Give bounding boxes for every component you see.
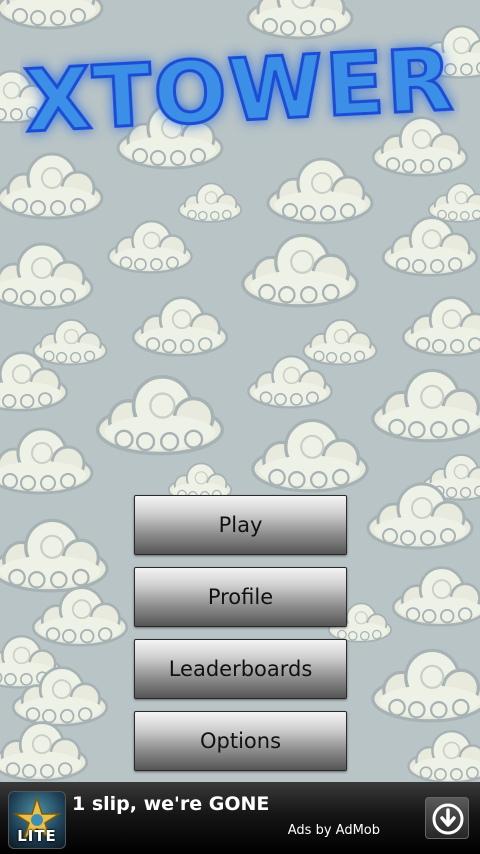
cloud-decoration xyxy=(251,418,369,493)
cloud-decoration xyxy=(0,721,89,782)
cloud-decoration xyxy=(241,233,359,308)
cloud-decoration xyxy=(247,355,333,409)
cloud-decoration xyxy=(31,586,129,647)
cloud-decoration xyxy=(371,368,480,443)
game-title: XTOWER xyxy=(22,30,457,152)
main-menu: Play Profile Leaderboards Options xyxy=(134,495,347,783)
ad-download-button[interactable] xyxy=(425,797,469,839)
cloud-decoration xyxy=(266,157,374,225)
cloud-decoration xyxy=(0,518,109,593)
download-icon xyxy=(432,803,464,835)
ad-headline[interactable]: 1 slip, we're GONE xyxy=(72,793,269,815)
cloud-decoration xyxy=(0,427,94,495)
cloud-decoration xyxy=(302,318,378,366)
cloud-decoration xyxy=(107,219,193,274)
ad-banner[interactable]: LITE 1 slip, we're GONE Ads by AdMob xyxy=(0,782,480,854)
cloud-decoration xyxy=(177,182,243,223)
cloud-decoration xyxy=(427,182,480,223)
cloud-decoration xyxy=(95,374,225,456)
cloud-decoration xyxy=(131,296,229,357)
ad-icon-label: LITE xyxy=(17,827,57,845)
cloud-decoration xyxy=(381,216,479,277)
ad-app-icon[interactable]: LITE xyxy=(8,791,66,849)
cloud-decoration xyxy=(401,296,480,357)
cloud-decoration xyxy=(32,318,108,366)
leaderboards-button[interactable]: Leaderboards xyxy=(134,639,347,699)
ad-attribution: Ads by AdMob xyxy=(287,823,380,838)
cloud-decoration xyxy=(0,242,94,310)
cloud-decoration xyxy=(391,566,480,627)
profile-button[interactable]: Profile xyxy=(134,567,347,627)
cloud-decoration xyxy=(0,152,104,220)
play-button[interactable]: Play xyxy=(134,495,347,555)
game-title-logo: XTOWER xyxy=(21,28,459,153)
options-button[interactable]: Options xyxy=(134,711,347,771)
cloud-decoration xyxy=(371,648,480,723)
cloud-decoration xyxy=(407,730,480,784)
